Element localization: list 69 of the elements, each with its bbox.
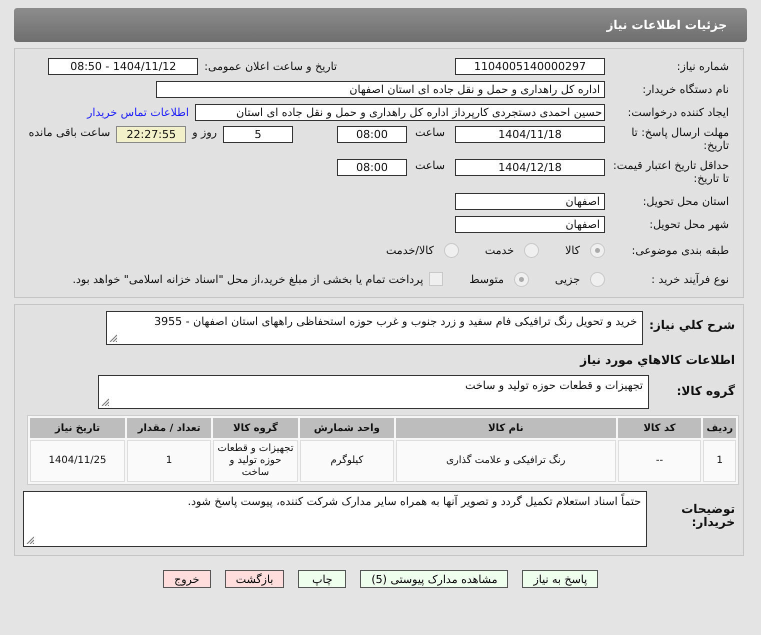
radio-button[interactable] [514, 272, 529, 286]
validity-time-field: 08:00 [337, 159, 407, 176]
option-label: کالا/خدمت [386, 244, 434, 256]
table-cell: 1 [127, 440, 212, 482]
column-header: ردیف [703, 418, 736, 438]
action-button[interactable]: مشاهده مدارک پیوستی (5) [360, 570, 508, 588]
creator-field: حسین احمدی دستجردی کارپرداز اداره کل راهداری و حمل و نقل جاده ای استان [195, 104, 605, 120]
remaining-label: ساعت باقی مانده [28, 126, 110, 139]
announce-date-field: 1404/11/12 - 08:50 [48, 58, 198, 74]
option-label: خدمت [484, 244, 514, 256]
option-label: کالا [565, 244, 580, 256]
radio-button[interactable] [524, 242, 540, 258]
column-header: تعداد / مقدار [127, 418, 212, 438]
field-label: شهر محل تحویل: [648, 218, 729, 230]
table-cell: رنگ ترافیکی و علامت گذاری [396, 440, 616, 482]
column-header: کد کالا [618, 418, 702, 438]
resize-grip-icon[interactable] [109, 334, 118, 342]
field-label: توضیحات خریدار: [680, 503, 735, 529]
field-label: شماره نیاز: [676, 60, 729, 72]
deadline-time-field: 08:00 [337, 126, 407, 143]
radio-button[interactable] [590, 272, 605, 286]
column-header: نام کالا [396, 418, 616, 438]
column-header: تاریخ نیاز [30, 418, 125, 438]
action-button[interactable]: چاپ [298, 570, 346, 588]
days-field: 5 [223, 126, 293, 143]
field-label: استان محل تحویل: [642, 194, 729, 208]
province-field: اصفهان [455, 192, 605, 210]
action-button[interactable]: پاسخ به نیاز [522, 570, 598, 588]
radio-button[interactable] [590, 242, 605, 258]
column-header: واحد شمارش [300, 418, 394, 438]
table-cell: کیلوگرم [300, 440, 394, 482]
table-cell: تجهیزات و قطعات حوزه تولید و ساخت [213, 440, 298, 482]
field-label: نام دستگاه خریدار: [641, 82, 729, 96]
time-label: ساعت [414, 159, 445, 172]
action-button[interactable]: بازگشت [224, 570, 284, 588]
goods-group-box: تجهیزات و قطعات حوزه تولید و ساخت [98, 375, 649, 409]
field-label: حداقل تاریخ اعتبار قیمت: تا تاریخ: [612, 159, 729, 185]
field-label: نوع فرآیند خرید : [650, 272, 729, 286]
section-heading: اطلاعات كالاهاي مورد نياز [580, 354, 735, 366]
field-label: شرح کلي نياز: [649, 319, 735, 332]
table-cell: 1 [703, 440, 736, 482]
field-label: تاریخ و ساعت اعلان عمومی: [204, 60, 337, 72]
field-label: ایجاد کننده درخواست: [626, 106, 729, 118]
radio-button[interactable] [444, 242, 459, 258]
option-label: متوسط [469, 272, 504, 286]
city-field: اصفهان [455, 216, 605, 232]
buyer-contact-link[interactable]: اطلاعات تماس خریدار [87, 106, 189, 118]
buyer-field: اداره کل راهداری و حمل و نقل جاده ای استان اصفهان [156, 80, 605, 98]
deadline-date-field: 1404/11/18 [455, 126, 605, 143]
action-button[interactable]: خروج [162, 570, 211, 588]
table-cell: 1404/11/25 [30, 440, 125, 482]
resize-grip-icon[interactable] [26, 536, 34, 544]
need-number-field: 1104005140000297 [455, 58, 605, 74]
field-label: طبقه بندی موضوعی: [630, 244, 729, 256]
table-cell: -- [618, 440, 702, 482]
field-label: گروه كالا: [676, 385, 735, 398]
resize-grip-icon[interactable] [101, 398, 109, 406]
remaining-time-field: 22:27:55 [116, 126, 186, 143]
option-label: جزیی [554, 272, 580, 286]
checkbox[interactable] [429, 272, 444, 286]
treasury-note: پرداخت تمام یا بخشی از مبلغ خرید،از محل "اسناد خزانه اسلامی" خواهد بود. [72, 272, 424, 286]
buyer-notes-box: حتماً اسناد استعلام تکمیل گردد و تصویر آنها به همراه سایر مدارک شرکت کننده، پیوست پاسخ شود. [23, 491, 647, 547]
column-header: گروه کالا [213, 418, 298, 438]
page-title: جزئیات اطلاعات نیاز [606, 18, 727, 32]
time-label: ساعت [414, 126, 445, 139]
field-label: مهلت ارسال پاسخ: تا تاریخ: [630, 126, 729, 152]
description-box: خرید و تحویل رنگ ترافیکی فام سفید و زرد جنوب و غرب حوزه استحفاظی راههای استان اصفهان - 3955 [106, 311, 644, 345]
validity-date-field: 1404/12/18 [455, 159, 605, 176]
days-label: روز و [192, 126, 217, 139]
